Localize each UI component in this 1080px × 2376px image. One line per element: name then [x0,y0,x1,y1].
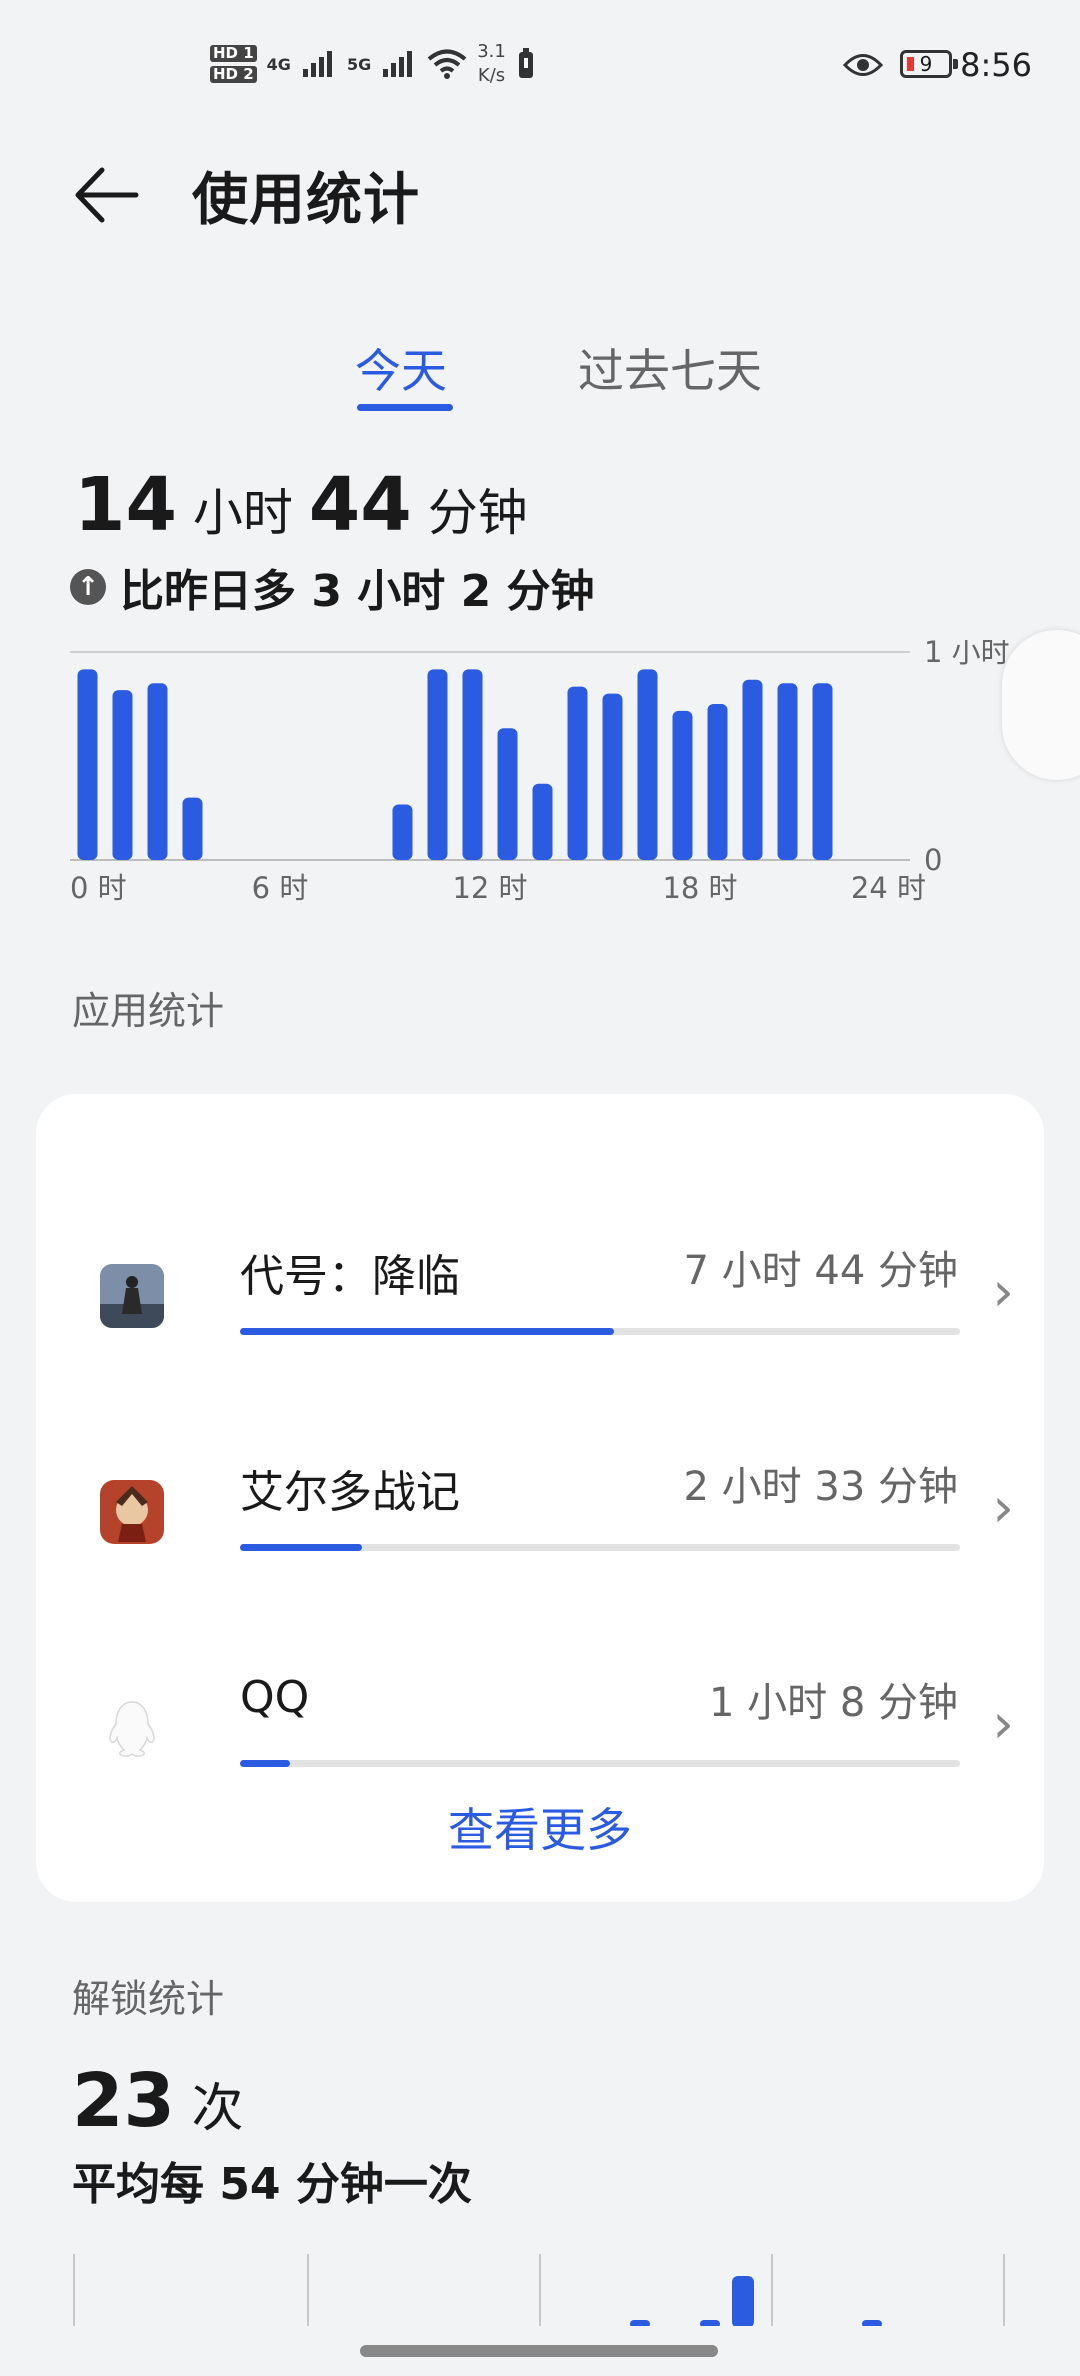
usage-bar-hour [637,669,658,860]
page-title: 使用统计 [192,168,420,233]
tab-indicator [357,404,453,411]
back-arrow-icon[interactable] [70,160,150,230]
unlock-count-unit: 次 [191,2079,244,2139]
battery-icon: 9 [900,50,958,78]
game-warrior-icon [100,1480,164,1544]
usage-bar-hour [742,679,763,860]
compare-yesterday: ↑ 比昨日多 3 小时 2 分钟 [70,555,595,619]
usage-bar-hour [112,690,133,860]
app-stats-label: 应用统计 [72,989,225,1033]
app-row-1[interactable]: 代号：降临 7 小时 44 分钟 › [36,1188,1044,1378]
speed-value: 3.1 [477,41,506,62]
usage-bar-hour [392,804,413,860]
x-tick-label: 24 时 [851,871,926,905]
chevron-right-icon: › [992,1692,1014,1755]
unlock-count-value: 23 [72,2058,175,2144]
unlock-count: 23 次 [72,2058,244,2144]
game-soldier-icon [100,1264,164,1328]
eye-comfort-icon [843,54,883,76]
total-minutes: 44 [308,462,412,548]
app-name: QQ [240,1672,310,1723]
usage-bar-hour [462,669,483,860]
signal-icon [302,51,332,77]
usage-bar-hour [672,710,693,860]
usage-bar-hour [77,669,98,860]
net2-label: 5G [346,54,372,74]
usage-bar-hour [147,683,168,860]
usage-bar-fill [240,1544,363,1551]
total-usage: 14 小时 44 分钟 [74,462,528,548]
unlock-chart [73,2254,1005,2326]
status-bar: HD 1 HD 2 4G 5G 3.1 K/s 9 8:56 [0,0,1080,130]
arrow-up-icon: ↑ [70,569,106,605]
unlock-bar [862,2320,882,2326]
view-more-link[interactable]: 查看更多 [36,1794,1044,1860]
tab-today[interactable]: 今天 [355,335,447,401]
battery-saver-icon [518,48,533,78]
clock: 8:56 [960,46,1032,84]
floating-assistant-button[interactable] [1002,630,1080,780]
hours-unit: 小时 [192,484,293,542]
wifi-icon [427,49,467,79]
usage-bar [240,1328,960,1335]
home-indicator[interactable] [360,2345,718,2357]
app-time: 7 小时 44 分钟 [683,1248,959,1294]
unlock-bar [732,2276,754,2326]
app-time: 2 小时 33 分钟 [683,1464,959,1510]
unlock-bar [630,2320,650,2326]
usage-bar [240,1760,960,1767]
unlock-average: 平均每 54 分钟一次 [72,2159,472,2210]
app-row-3[interactable]: QQ 1 小时 8 分钟 › [36,1620,1044,1810]
usage-bar-hour [567,686,588,860]
usage-bar-hour [602,693,623,860]
unlock-bar [700,2320,720,2326]
status-left: HD 1 HD 2 4G 5G 3.1 K/s [210,40,536,88]
hd1-badge: HD 1 [210,45,257,62]
usage-bar-hour [182,797,203,860]
app-name: 艾尔多战记 [240,1467,460,1518]
usage-bar-hour [777,683,798,860]
app-time: 1 小时 8 分钟 [708,1680,958,1726]
hd-indicators: HD 1 HD 2 [210,43,257,85]
usage-bar-fill [240,1328,615,1335]
total-hours: 14 [74,462,177,548]
chevron-right-icon: › [992,1260,1014,1323]
app-stats-card: 代号：降临 7 小时 44 分钟 › 艾尔多战记 2 小时 33 分钟 › QQ… [36,1094,1044,1902]
usage-bar-hour [532,783,553,860]
usage-bar [240,1544,960,1551]
usage-bar-hour [812,683,833,860]
unlock-stats-label: 解锁统计 [72,1977,225,2021]
minutes-unit: 分钟 [427,484,528,542]
net1-label: 4G [266,54,291,74]
chevron-right-icon: › [992,1476,1014,1539]
usage-bar-hour [707,704,728,860]
compare-text: 比昨日多 3 小时 2 分钟 [120,566,595,617]
x-tick-label: 6 时 [252,871,309,905]
y-tick-label: 0 [924,843,942,877]
net-speed: 3.1 K/s [477,40,506,88]
speed-unit: K/s [477,65,506,86]
usage-bar-hour [427,669,448,860]
hourly-usage-chart: 0 时 6 时 12 时 18 时 24 时 1 小时 0 [70,640,1010,905]
x-tick-label: 12 时 [452,871,527,905]
x-tick-label: 0 时 [70,871,127,905]
app-name: 代号：降临 [240,1251,460,1302]
y-tick-label: 1 小时 [924,640,1010,669]
usage-bar-fill [240,1760,291,1767]
qq-penguin-icon [109,1701,155,1757]
tab-past-seven-days[interactable]: 过去七天 [578,335,762,401]
signal-icon-2 [383,51,413,77]
app-row-2[interactable]: 艾尔多战记 2 小时 33 分钟 › [36,1404,1044,1594]
hd2-badge: HD 2 [210,66,257,83]
x-tick-label: 18 时 [662,871,737,905]
usage-bar-hour [497,728,518,860]
